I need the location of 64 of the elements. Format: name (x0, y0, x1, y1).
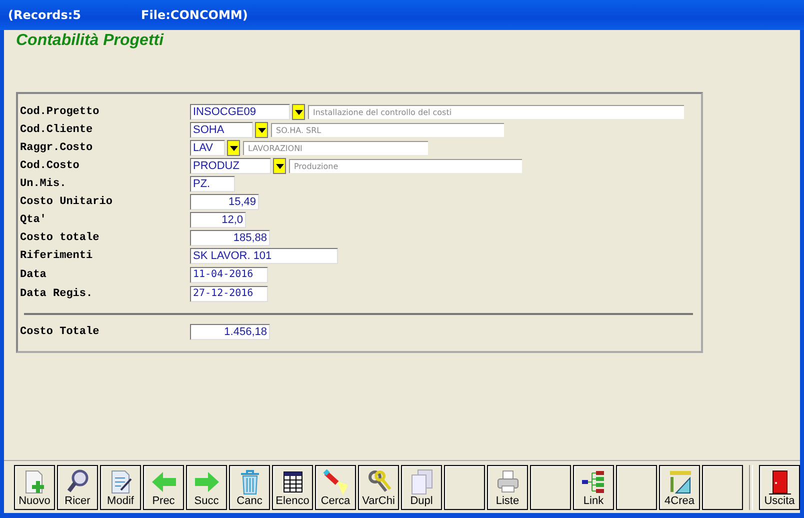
empty-button[interactable] (616, 464, 657, 510)
toolbar-button[interactable]: Uscita (759, 464, 800, 510)
field-label: Cod.Progetto (19, 106, 100, 118)
field-label: Costo totale (19, 232, 100, 244)
keys-icon (366, 468, 392, 494)
caret-icon (258, 128, 266, 132)
input-field[interactable]: 1.456,18 (190, 324, 270, 340)
input-field[interactable]: 15,49 (190, 194, 259, 210)
empty-button[interactable] (530, 464, 571, 510)
empty-button[interactable] (702, 464, 743, 510)
toolbar-button[interactable]: Nuovo (14, 464, 55, 510)
field-label: Qta' (19, 214, 48, 226)
input-field[interactable]: SK LAVOR. 101 (190, 248, 338, 264)
input-field[interactable]: LAV (190, 140, 225, 156)
toolbar-button[interactable]: Liste (487, 464, 528, 510)
door-icon (766, 468, 792, 494)
description-field: LAVORAZIONI (243, 141, 428, 155)
hierarchy-icon (580, 468, 606, 494)
field-label: Cod.Costo (19, 160, 80, 172)
input-field[interactable]: 185,88 (190, 230, 270, 246)
toolbar-button[interactable]: Ricer (57, 464, 98, 510)
toolbar-button[interactable]: Dupl (401, 464, 442, 510)
toolbar-button[interactable]: Prec (143, 464, 184, 510)
toolbar-button[interactable]: Cerca (315, 464, 356, 510)
toolbar-button[interactable]: Modif (100, 464, 141, 510)
field-label: Riferimenti (19, 250, 94, 262)
field-label: Data (19, 268, 48, 280)
field-label: Costo Unitario (19, 196, 114, 208)
copy-icon (408, 468, 434, 494)
field-label: Raggr.Costo (19, 142, 94, 154)
toolbar-button[interactable]: VarChi (358, 464, 399, 510)
printer-icon (494, 468, 520, 494)
magnifier-icon (64, 468, 90, 494)
toolbar-button[interactable]: Link (573, 464, 614, 510)
dropdown-button[interactable] (273, 158, 286, 174)
input-field[interactable]: 12,0 (190, 212, 246, 228)
file-name: File:CONCOMM) (141, 8, 248, 22)
input-field[interactable]: PZ. (190, 176, 235, 192)
dropdown-button[interactable] (227, 140, 240, 156)
caret-icon (230, 146, 238, 150)
field-label: Cod.Cliente (19, 124, 94, 136)
input-field[interactable]: INSOCGE09 (190, 104, 290, 120)
input-field[interactable]: 11-04-2016 (190, 266, 268, 282)
records-count: (Records:5 (8, 8, 82, 22)
field-label: Un.Mis. (19, 178, 68, 190)
toolbar-button[interactable]: Elenco (272, 464, 313, 510)
dropdown-button[interactable] (255, 122, 268, 138)
toolbar-button[interactable]: Succ (186, 464, 227, 510)
input-field[interactable]: 27-12-2016 (190, 286, 268, 302)
field-label: Costo Totale (19, 326, 100, 338)
caret-icon (276, 164, 284, 168)
input-field[interactable]: PRODUZ (190, 158, 271, 174)
description-field: SO.HA. SRL (271, 123, 504, 137)
toolbar-button[interactable]: 4Crea (659, 464, 700, 510)
description-field: Produzione (289, 159, 522, 173)
field-label: Data Regis. (19, 288, 94, 300)
description-field: Installazione del controllo del costi (308, 105, 684, 119)
toolbar-button[interactable]: Canc (229, 464, 270, 510)
empty-button[interactable] (444, 464, 485, 510)
form-heading: Contabilità Progetti (16, 32, 165, 50)
flashlight-icon (322, 468, 348, 494)
input-field[interactable]: SOHA (190, 122, 253, 138)
caret-icon (294, 110, 302, 114)
dropdown-button[interactable] (292, 104, 305, 120)
